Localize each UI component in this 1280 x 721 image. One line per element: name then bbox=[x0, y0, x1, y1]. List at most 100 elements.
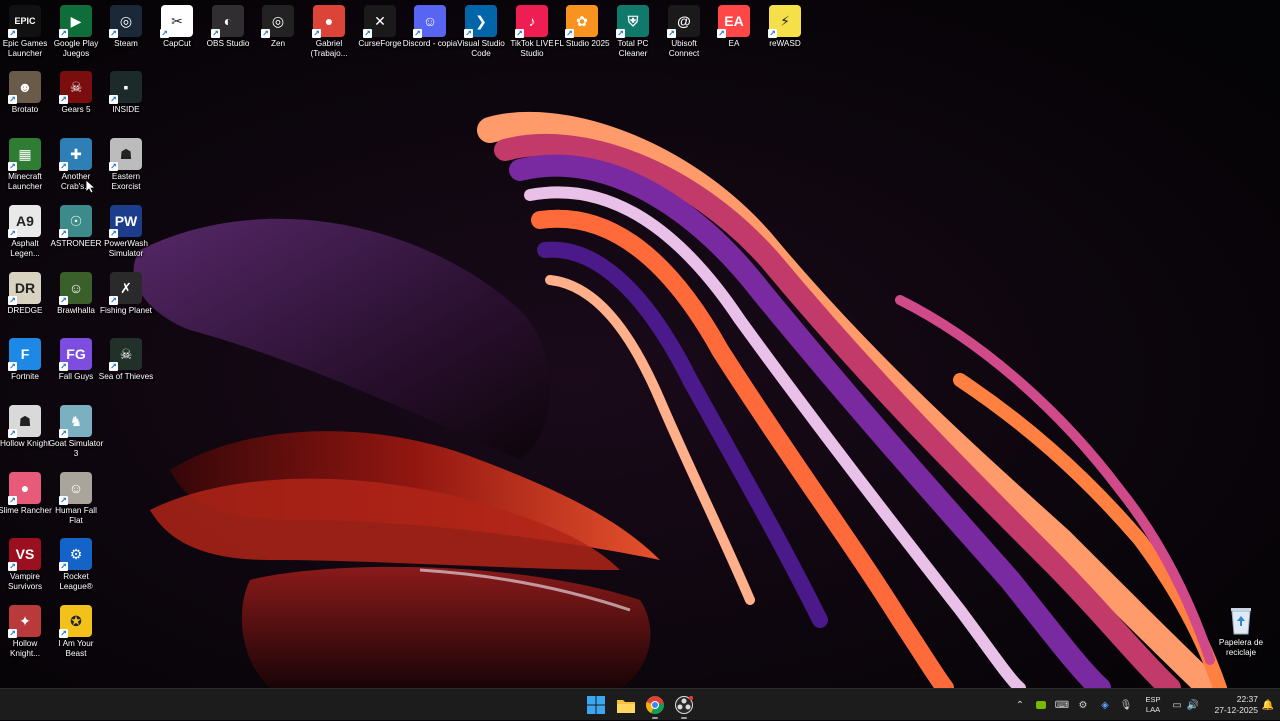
recycle-bin-label: Papelera de reciclaje bbox=[1218, 638, 1264, 657]
desktop-shortcut-dredge[interactable]: DR ↗ DREDGE bbox=[0, 272, 50, 334]
desktop-shortcut-brawlhalla[interactable]: ☺ ↗ Brawlhalla bbox=[51, 272, 101, 334]
desktop-shortcut-obs[interactable]: ◐ ↗ OBS Studio bbox=[203, 5, 253, 67]
system-clock[interactable]: 22:37 27-12-2025 bbox=[1204, 694, 1258, 716]
clock-time: 22:37 bbox=[1236, 694, 1258, 704]
desktop-shortcut-astroneer[interactable]: ☉ ↗ ASTRONEER bbox=[51, 205, 101, 267]
shortcut-label: PowerWash Simulator bbox=[104, 239, 148, 258]
desktop-shortcut-vampire[interactable]: VS ↗ Vampire Survivors bbox=[0, 538, 50, 600]
rocket-league-icon: ⚙ ↗ bbox=[59, 538, 92, 571]
desktop-shortcut-totalpc[interactable]: ⛨ ↗ Total PC Cleaner bbox=[608, 5, 658, 67]
taskbar-chrome[interactable] bbox=[644, 694, 666, 719]
notifications-button[interactable]: 🔔 bbox=[1260, 689, 1276, 721]
icon-glyph: F bbox=[20, 346, 30, 362]
shortcut-label: Hollow Knight... bbox=[9, 639, 41, 658]
tray-volume[interactable]: 🔊 bbox=[1186, 689, 1200, 721]
desktop-shortcut-brotato[interactable]: ☻ ↗ Brotato bbox=[0, 71, 50, 133]
taskbar-obs[interactable] bbox=[673, 694, 695, 719]
icon-glyph: A9 bbox=[16, 213, 34, 229]
icon-glyph: ✕ bbox=[374, 13, 386, 29]
shortcut-label: Zen bbox=[270, 39, 286, 48]
shortcut-label: Rocket League® bbox=[59, 572, 93, 591]
desktop-shortcut-epic[interactable]: EPIC ↗ Epic Games Launcher bbox=[0, 5, 50, 67]
language-indicator[interactable]: ESP LAA bbox=[1140, 695, 1166, 715]
recycle-bin-shortcut[interactable]: Papelera de reciclaje bbox=[1215, 604, 1267, 666]
shortcut-label: Vampire Survivors bbox=[7, 572, 43, 591]
desktop-shortcut-ea[interactable]: EA ↗ EA bbox=[709, 5, 759, 67]
icon-glyph: ✦ bbox=[19, 613, 31, 629]
icon-glyph: ☗ bbox=[18, 413, 32, 429]
desktop-shortcut-zen[interactable]: ◎ ↗ Zen bbox=[253, 5, 303, 67]
desktop-shortcut-gplay[interactable]: ▶ ↗ Google Play Juegos bbox=[51, 5, 101, 67]
i-am-your-beast-icon: ✪ ↗ bbox=[59, 605, 92, 638]
shortcut-arrow-icon: ↗ bbox=[8, 562, 17, 571]
shortcut-arrow-icon: ↗ bbox=[211, 29, 220, 38]
sea-of-thieves-icon: ☠ ↗ bbox=[109, 338, 142, 371]
desktop-shortcut-slime[interactable]: ● ↗ Slime Rancher bbox=[0, 472, 52, 534]
tray-network[interactable]: ◈ bbox=[1096, 689, 1114, 721]
desktop-shortcut-asphalt[interactable]: A9 ↗ Asphalt Legen... bbox=[0, 205, 50, 267]
slime-rancher-icon: ● ↗ bbox=[8, 472, 41, 505]
fall-guys-icon: FG ↗ bbox=[59, 338, 92, 371]
shortcut-label: CapCut bbox=[163, 39, 191, 48]
shortcut-arrow-icon: ↗ bbox=[616, 29, 625, 38]
shortcut-label: Visual Studio Code bbox=[457, 39, 505, 58]
shortcut-label: I Am Your Beast bbox=[58, 639, 94, 658]
shortcut-arrow-icon: ↗ bbox=[59, 29, 68, 38]
shortcut-arrow-icon: ↗ bbox=[8, 229, 17, 238]
tray-keyboard[interactable]: ⌨ bbox=[1054, 689, 1070, 721]
shortcut-arrow-icon: ↗ bbox=[413, 29, 422, 38]
desktop-shortcut-capcut[interactable]: ✂ ↗ CapCut bbox=[152, 5, 202, 67]
tray-settings[interactable]: ⚙ bbox=[1075, 689, 1091, 721]
desktop-shortcut-powerwash[interactable]: PW ↗ PowerWash Simulator bbox=[101, 205, 151, 267]
desktop-shortcut-ubisoft[interactable]: @ ↗ Ubisoft Connect bbox=[659, 5, 709, 67]
desktop-shortcut-rocket[interactable]: ⚙ ↗ Rocket League® bbox=[51, 538, 101, 600]
goat-simulator-icon: ♞ ↗ bbox=[59, 405, 92, 438]
tray-microphone[interactable]: 🎙 bbox=[1118, 689, 1134, 721]
ubisoft-icon: @ ↗ bbox=[667, 5, 700, 38]
icon-glyph: ☺ bbox=[68, 280, 84, 296]
desktop-shortcut-minecraft[interactable]: ▦ ↗ Minecraft Launcher bbox=[0, 138, 50, 200]
desktop-shortcut-rewasd[interactable]: ⚡ ↗ reWASD bbox=[760, 5, 810, 67]
desktop-shortcut-seaofthieves[interactable]: ☠ ↗ Sea of Thieves bbox=[99, 338, 153, 400]
shortcut-arrow-icon: ↗ bbox=[59, 429, 68, 438]
shortcut-label: OBS Studio bbox=[206, 39, 250, 48]
tray-overflow-button[interactable]: ⌃ bbox=[1012, 689, 1028, 721]
shortcut-arrow-icon: ↗ bbox=[515, 29, 524, 38]
desktop-shortcut-exorcist[interactable]: ☗ ↗ Eastern Exorcist bbox=[101, 138, 151, 200]
tray-nvidia[interactable] bbox=[1033, 689, 1049, 721]
desktop-shortcut-hollow2[interactable]: ✦ ↗ Hollow Knight... bbox=[0, 605, 50, 667]
desktop-shortcut-humanfall[interactable]: ☺ ↗ Human Fall Flat bbox=[51, 472, 101, 534]
start-button[interactable] bbox=[585, 694, 607, 716]
steam-icon: ◎ ↗ bbox=[109, 5, 142, 38]
desktop-shortcut-chrome[interactable]: ● ↗ Gabriel (Trabajo... bbox=[304, 5, 354, 67]
recycle-bin-icon bbox=[1225, 604, 1257, 636]
shortcut-arrow-icon: ↗ bbox=[109, 162, 118, 171]
desktop-shortcut-vscode[interactable]: ❯ ↗ Visual Studio Code bbox=[456, 5, 506, 67]
icon-glyph: ❯ bbox=[475, 13, 487, 29]
desktop-shortcut-beast[interactable]: ✪ ↗ I Am Your Beast bbox=[51, 605, 101, 667]
desktop-shortcut-gears[interactable]: ☠ ↗ Gears 5 bbox=[51, 71, 101, 133]
chrome-icon bbox=[646, 696, 664, 714]
desktop-shortcut-fishing[interactable]: ✗ ↗ Fishing Planet bbox=[100, 272, 152, 334]
desktop-shortcut-hollow[interactable]: ☗ ↗ Hollow Knight bbox=[0, 405, 50, 467]
desktop-shortcut-tiktok[interactable]: ♪ ↗ TikTok LIVE Studio bbox=[507, 5, 557, 67]
shortcut-arrow-icon: ↗ bbox=[59, 296, 68, 305]
brotato-icon: ☻ ↗ bbox=[8, 71, 41, 104]
tray-display[interactable]: ▭ bbox=[1170, 689, 1184, 721]
shortcut-label: ASTRONEER bbox=[50, 239, 102, 248]
zen-browser-icon: ◎ ↗ bbox=[261, 5, 294, 38]
desktop-shortcut-fallguys[interactable]: FG ↗ Fall Guys bbox=[51, 338, 101, 400]
icon-glyph: ♪ bbox=[528, 13, 536, 29]
taskbar-file-explorer[interactable] bbox=[615, 694, 637, 716]
shortcut-label: CurseForge bbox=[358, 39, 402, 48]
shortcut-label: Asphalt Legen... bbox=[10, 239, 40, 258]
wallpaper-graphic bbox=[0, 0, 1280, 688]
desktop-shortcut-goat[interactable]: ♞ ↗ Goat Simulator 3 bbox=[49, 405, 103, 467]
desktop-shortcut-steam[interactable]: ◎ ↗ Steam bbox=[101, 5, 151, 67]
desktop-shortcut-curse[interactable]: ✕ ↗ CurseForge bbox=[355, 5, 405, 67]
desktop-shortcut-discord[interactable]: ☺ ↗ Discord - copia bbox=[403, 5, 457, 67]
desktop-shortcut-inside[interactable]: ▪ ↗ INSIDE bbox=[101, 71, 151, 133]
shortcut-arrow-icon: ↗ bbox=[8, 429, 17, 438]
desktop-shortcut-fl[interactable]: ✿ ↗ FL Studio 2025 bbox=[554, 5, 610, 67]
desktop-shortcut-fortnite[interactable]: F ↗ Fortnite bbox=[0, 338, 50, 400]
